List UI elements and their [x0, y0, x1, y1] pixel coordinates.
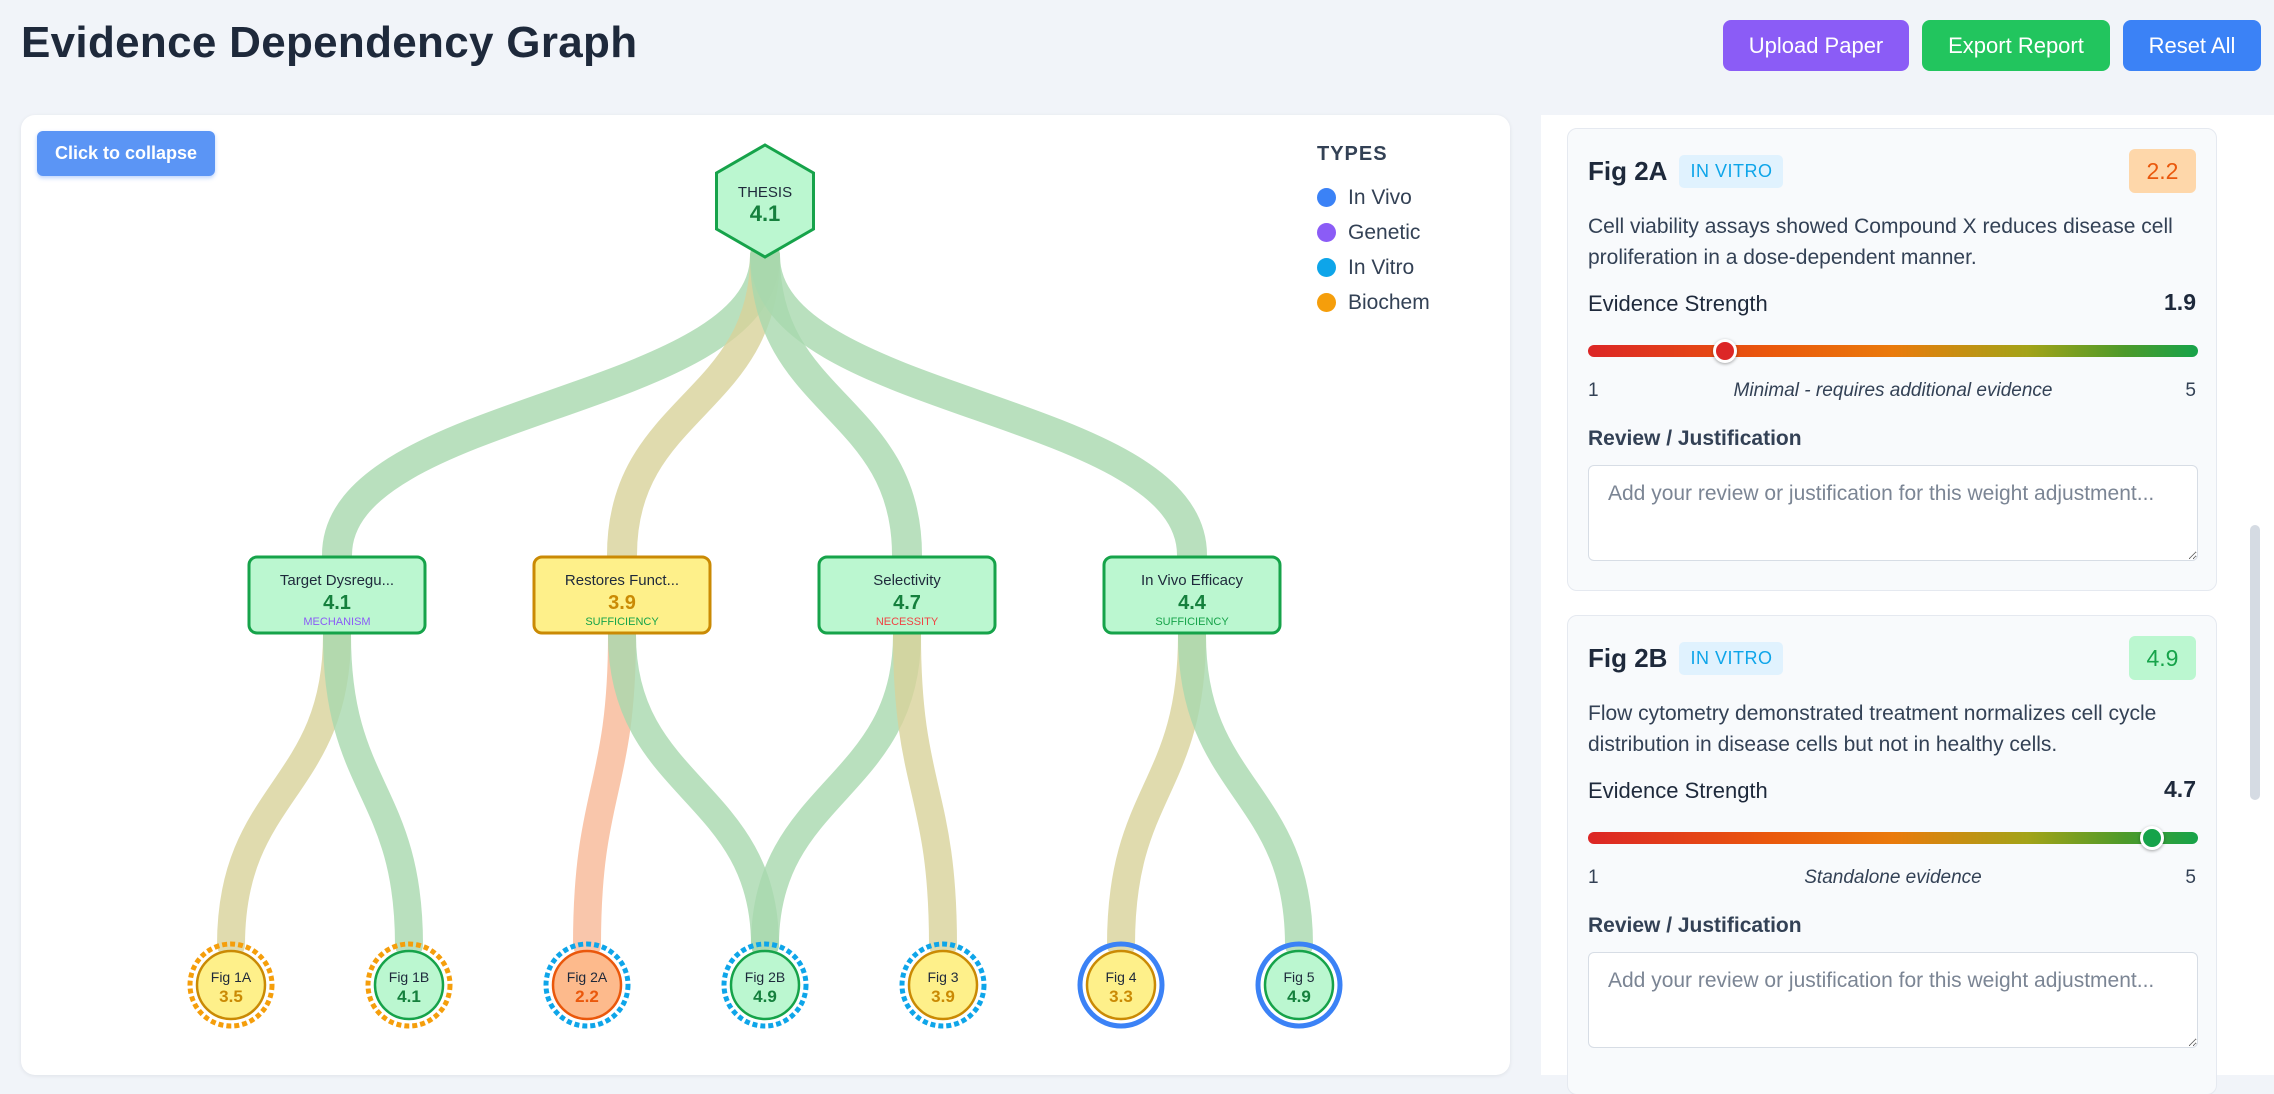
upload-paper-button[interactable]: Upload Paper — [1723, 20, 1909, 71]
figure-node — [551, 949, 623, 1021]
strength-description: Minimal - requires additional evidence — [1733, 380, 2053, 401]
claim-label: Target Dysregu... — [280, 572, 394, 589]
figure-node — [907, 949, 979, 1021]
figure-label: Fig 3 — [927, 969, 958, 985]
figure-node — [1085, 949, 1157, 1021]
legend-item-in-vivo: In Vivo — [1317, 180, 1430, 215]
figure-score: 4.9 — [753, 987, 777, 1006]
figure-label: Fig 2A — [567, 969, 608, 985]
strength-slider-handle[interactable] — [1713, 339, 1738, 363]
evidence-link — [323, 621, 423, 959]
claim-score: 3.9 — [608, 592, 636, 614]
figure-node — [195, 949, 267, 1021]
claim-label: Restores Funct... — [565, 572, 679, 589]
graph-panel: THESIS 4.1 Target Dysregu... 4.1 MECHANISM Re… — [21, 115, 1510, 1075]
legend-dot-icon — [1317, 293, 1336, 312]
types-legend: TYPES In Vivo Genetic In Vitro Biochem — [1317, 143, 1430, 320]
evidence-link — [751, 621, 921, 959]
figure-node — [1263, 949, 1335, 1021]
page-title: Evidence Dependency Graph — [21, 18, 638, 67]
score-badge: 4.9 — [2129, 636, 2196, 680]
legend-label: In Vivo — [1348, 185, 1412, 209]
legend-label: Genetic — [1348, 220, 1421, 244]
claim-label: In Vivo Efficacy — [1141, 572, 1243, 589]
legend-title: TYPES — [1317, 143, 1388, 165]
legend-item-biochem: Biochem — [1317, 285, 1430, 320]
claim-tag: SUFFICIENCY — [585, 616, 659, 628]
strength-value: 1.9 — [2164, 289, 2196, 315]
strength-label: Evidence Strength — [1588, 291, 1768, 316]
thesis-label: THESIS — [738, 184, 792, 201]
strength-description: Standalone evidence — [1804, 867, 1982, 888]
evidence-card: Fig 2A IN VITRO 2.2 Cell viability assay… — [1567, 128, 2217, 591]
legend-label: In Vitro — [1348, 255, 1415, 279]
strength-slider[interactable] — [1588, 345, 2198, 357]
review-label: Review / Justification — [1588, 427, 1802, 450]
strength-slider[interactable] — [1588, 832, 2198, 844]
claim-tag: MECHANISM — [303, 616, 370, 628]
figure-score: 3.9 — [931, 987, 955, 1006]
card-header: Fig 2A IN VITRO — [1588, 155, 1784, 188]
type-badge: IN VITRO — [1679, 155, 1784, 188]
claim-score: 4.1 — [323, 592, 351, 614]
scale-max: 5 — [2185, 380, 2196, 401]
card-description: Cell viability assays showed Compound X … — [1588, 215, 2173, 269]
claim-label: Selectivity — [873, 572, 941, 589]
export-report-button[interactable]: Export Report — [1922, 20, 2110, 71]
evidence-card: Fig 2B IN VITRO 4.9 Flow cytometry demon… — [1567, 615, 2217, 1094]
figure-score: 4.1 — [397, 987, 421, 1006]
legend-item-genetic: Genetic — [1317, 215, 1430, 250]
claim-score: 4.4 — [1178, 592, 1207, 614]
strength-slider-handle[interactable] — [2140, 826, 2165, 850]
review-textarea[interactable] — [1588, 465, 2198, 561]
figure-label: Fig 1A — [211, 969, 252, 985]
legend-dot-icon — [1317, 223, 1336, 242]
evidence-link — [1178, 621, 1313, 959]
figure-label: Fig 5 — [1283, 969, 1314, 985]
evidence-link — [893, 621, 957, 959]
legend-item-in-vitro: In Vitro — [1317, 250, 1430, 285]
card-figure-name: Fig 2B — [1588, 643, 1668, 673]
figure-score: 3.3 — [1109, 987, 1133, 1006]
score-badge: 2.2 — [2129, 149, 2196, 193]
claim-score: 4.7 — [893, 592, 921, 614]
evidence-link — [1107, 621, 1206, 959]
figure-score: 2.2 — [575, 987, 599, 1006]
page-header: Evidence Dependency Graph Upload Paper E… — [0, 0, 2274, 95]
legend-dot-icon — [1317, 258, 1336, 277]
figure-label: Fig 1B — [389, 969, 429, 985]
figure-score: 4.9 — [1287, 987, 1311, 1006]
dependency-graph: THESIS4.1Target Dysregu...4.1MECHANISMRe… — [187, 143, 1343, 1029]
figure-label: Fig 4 — [1105, 969, 1136, 985]
figure-node — [729, 949, 801, 1021]
collapse-button[interactable]: Click to collapse — [37, 131, 215, 176]
card-header: Fig 2B IN VITRO — [1588, 642, 1784, 675]
review-label: Review / Justification — [1588, 914, 1802, 937]
panel-scrollbar-thumb[interactable] — [2250, 525, 2260, 800]
evidence-link — [217, 621, 351, 959]
card-description: Flow cytometry demonstrated treatment no… — [1588, 702, 2157, 756]
type-badge: IN VITRO — [1679, 642, 1784, 675]
thesis-score: 4.1 — [750, 201, 781, 226]
strength-value: 4.7 — [2164, 776, 2196, 802]
reset-all-button[interactable]: Reset All — [2123, 20, 2261, 71]
legend-label: Biochem — [1348, 290, 1430, 314]
figure-node — [373, 949, 445, 1021]
scale-max: 5 — [2185, 867, 2196, 888]
evidence-link — [608, 621, 779, 959]
claim-tag: NECESSITY — [876, 616, 939, 628]
legend-dot-icon — [1317, 188, 1336, 207]
strength-label: Evidence Strength — [1588, 778, 1768, 803]
figure-label: Fig 2B — [745, 969, 785, 985]
claim-tag: SUFFICIENCY — [1155, 616, 1229, 628]
review-textarea[interactable] — [1588, 952, 2198, 1048]
figure-score: 3.5 — [219, 987, 243, 1006]
card-figure-name: Fig 2A — [1588, 156, 1668, 186]
